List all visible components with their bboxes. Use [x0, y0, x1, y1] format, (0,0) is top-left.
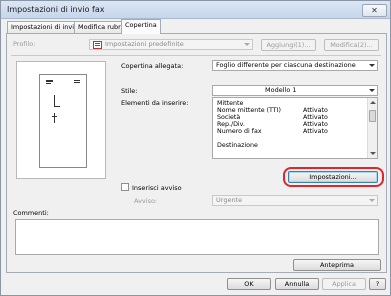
list-item[interactable]: Destinazione: [217, 142, 258, 149]
profile-select[interactable]: Impostazioni predefinite: [89, 39, 253, 50]
cover-page-thumbnail: [39, 74, 87, 168]
list-item[interactable]: Numero di fax Attivato: [217, 128, 328, 135]
list-item[interactable]: Mittente: [217, 100, 243, 107]
scroll-thumb[interactable]: [369, 110, 376, 122]
comments-label: Commenti:: [13, 209, 49, 217]
profile-icon: [93, 41, 102, 49]
chevron-down-icon: [369, 64, 375, 67]
elements-list[interactable]: Mittente Nome mittente (TTI) Attivato Soc…: [212, 97, 378, 159]
close-button[interactable]: ✕: [362, 4, 387, 17]
style-select[interactable]: Modello 1: [212, 85, 378, 96]
settings-button[interactable]: Impostazioni...: [288, 171, 378, 183]
ok-button[interactable]: OK: [227, 278, 271, 290]
apply-button[interactable]: Applica: [322, 278, 366, 290]
add-profile-button[interactable]: Aggiungi(1)...: [261, 39, 316, 51]
list-item[interactable]: Rep./Div. Attivato: [217, 121, 328, 128]
fax-settings-dialog: Impostazioni di invio fax ✕ Impostazioni…: [0, 0, 391, 296]
insert-notice-label: Inserisci avviso: [132, 184, 182, 192]
insert-notice-checkbox[interactable]: [121, 183, 129, 191]
notice-label: Avviso:: [134, 197, 158, 205]
list-item[interactable]: Società Attivato: [217, 114, 328, 121]
title-bar: Impostazioni di invio fax ✕: [1, 1, 390, 19]
comments-textarea[interactable]: [15, 219, 379, 255]
cover-attached-label: Copertina allegata:: [121, 62, 184, 70]
cancel-button[interactable]: Annulla: [275, 278, 319, 290]
notice-select[interactable]: Urgente: [212, 195, 378, 206]
cover-attached-select[interactable]: Foglio differente per ciascuna destinazi…: [212, 60, 378, 71]
profile-label: Profilo:: [13, 40, 36, 48]
chevron-down-icon: [369, 89, 375, 92]
scroll-down-icon[interactable]: [370, 152, 376, 155]
style-label: Stile:: [121, 87, 138, 95]
cover-preview: [16, 61, 106, 179]
list-item[interactable]: Nome mittente (TTI) Attivato: [217, 107, 328, 114]
elements-label: Elementi da inserire:: [121, 99, 189, 107]
list-scrollbar[interactable]: [367, 98, 377, 158]
window-title: Impostazioni di invio fax: [7, 5, 105, 14]
help-button[interactable]: ?: [369, 278, 386, 290]
tab-send-settings[interactable]: Impostazioni di invio: [7, 21, 83, 33]
profile-value: Impostazioni predefinite: [105, 40, 184, 48]
cover-attached-value: Foglio differente per ciascuna destinazi…: [216, 61, 356, 69]
separator: [11, 55, 381, 56]
preview-button[interactable]: Anteprima: [293, 259, 381, 271]
edit-profile-button[interactable]: Modifica(2)...: [324, 39, 379, 51]
style-value: Modello 1: [265, 86, 297, 94]
scroll-up-icon[interactable]: [370, 101, 376, 104]
chevron-down-icon: [244, 43, 250, 46]
tab-cover-page[interactable]: Copertina: [121, 19, 161, 34]
chevron-down-icon: [369, 199, 375, 202]
notice-value: Urgente: [216, 196, 243, 204]
